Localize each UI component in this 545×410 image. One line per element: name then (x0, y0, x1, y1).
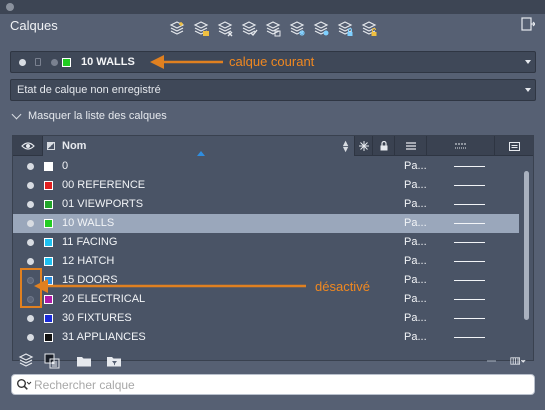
annotation-arrows (34, 55, 306, 293)
layers-panel: Calques 10 WALLS Etat de calque non enre… (0, 14, 545, 410)
off-layers-highlight (20, 268, 42, 308)
annotation-off: désactivé (315, 279, 370, 294)
window-titlebar (0, 0, 545, 14)
close-dot-icon[interactable] (6, 3, 14, 11)
annotation-current-layer: calque courant (229, 54, 315, 69)
